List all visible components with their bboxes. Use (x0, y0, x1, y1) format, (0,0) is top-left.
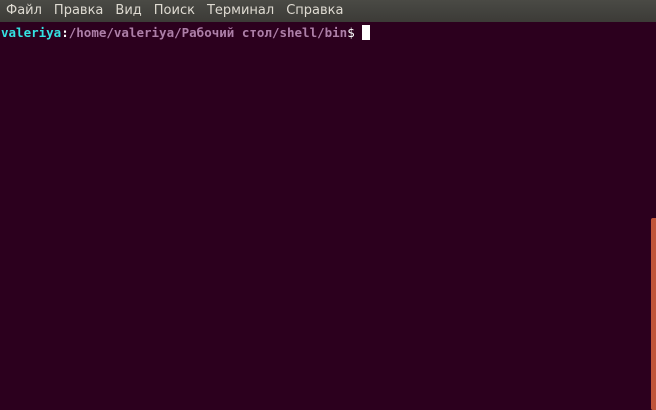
menu-terminal[interactable]: Терминал (201, 0, 280, 22)
prompt-colon: : (61, 25, 69, 40)
terminal-window: Файл Правка Вид Поиск Терминал Справка v… (0, 0, 656, 410)
prompt-dollar: $ (347, 25, 355, 40)
prompt-line: valeriya:/home/valeriya/Рабочий стол/she… (1, 24, 651, 41)
prompt-user: valeriya (1, 25, 62, 40)
terminal-output[interactable]: valeriya:/home/valeriya/Рабочий стол/she… (0, 22, 651, 410)
menu-help[interactable]: Справка (280, 0, 349, 22)
menu-search[interactable]: Поиск (148, 0, 201, 22)
menu-bar: Файл Правка Вид Поиск Терминал Справка (0, 0, 656, 22)
menu-view[interactable]: Вид (109, 0, 147, 22)
menu-file[interactable]: Файл (0, 0, 48, 22)
menu-edit[interactable]: Правка (48, 0, 109, 22)
text-cursor (361, 25, 370, 40)
scrollbar[interactable] (651, 22, 656, 410)
scrollbar-thumb[interactable] (651, 218, 656, 410)
prompt-path: /home/valeriya/Рабочий стол/shell/bin (68, 25, 348, 40)
